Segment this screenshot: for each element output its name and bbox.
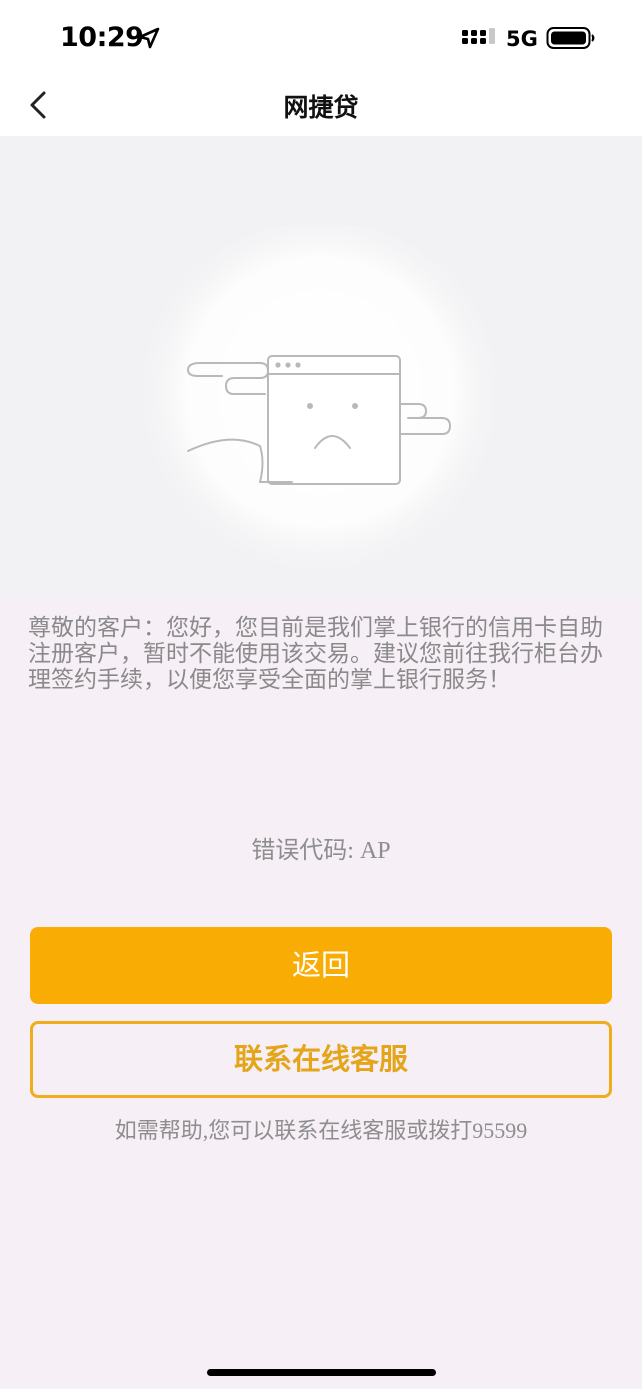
nav-bar: 网捷贷 xyxy=(0,76,642,136)
error-illustration-area xyxy=(0,136,642,601)
status-time: 10:29 xyxy=(60,22,144,53)
battery-icon xyxy=(546,27,595,49)
sad-window-icon xyxy=(130,226,510,601)
signal-icon xyxy=(462,28,495,44)
contact-service-button[interactable]: 联系在线客服 xyxy=(30,1021,612,1098)
status-bar: 10:29 5G xyxy=(0,0,642,76)
page-title: 网捷贷 xyxy=(283,93,359,122)
notice-message: 尊敬的客户：您好，您目前是我们掌上银行的信用卡自助注册客户，暂时不能使用该交易。… xyxy=(28,615,603,693)
home-indicator[interactable] xyxy=(207,1369,436,1376)
location-arrow-icon xyxy=(138,27,160,49)
error-code: 错误代码: AP xyxy=(251,838,391,864)
network-label: 5G xyxy=(506,27,538,51)
return-button[interactable]: 返回 xyxy=(30,927,612,1004)
help-text: 如需帮助,您可以联系在线客服或拨打95599 xyxy=(114,1118,528,1143)
